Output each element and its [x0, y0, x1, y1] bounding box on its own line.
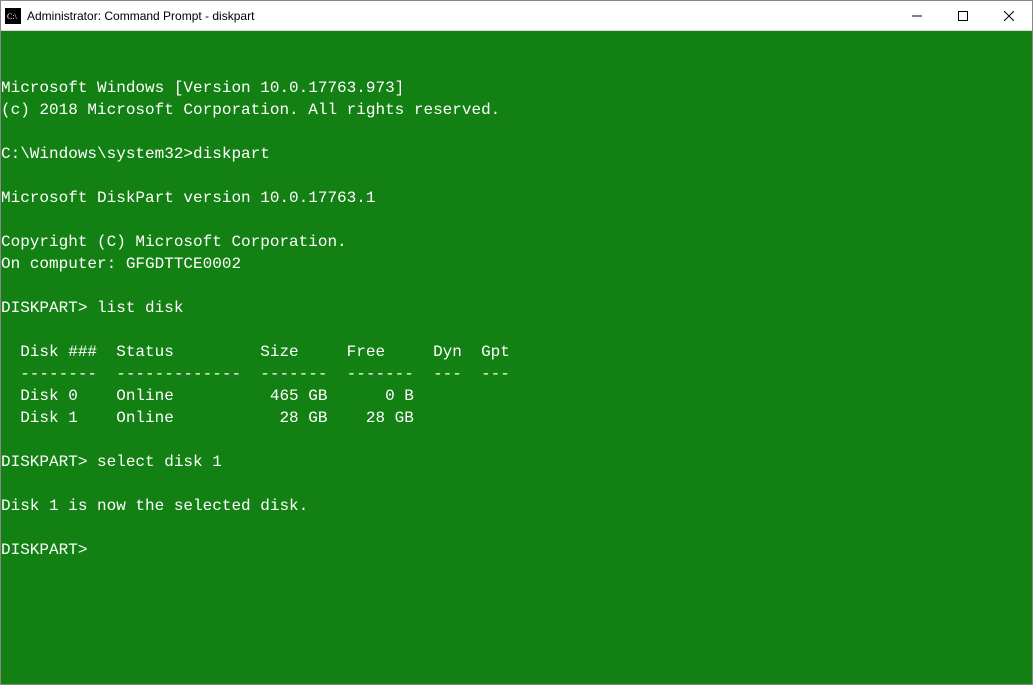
window-controls — [894, 1, 1032, 30]
terminal-area[interactable]: Microsoft Windows [Version 10.0.17763.97… — [1, 31, 1032, 684]
terminal-line: Disk ### Status Size Free Dyn Gpt — [1, 343, 510, 361]
minimize-button[interactable] — [894, 1, 940, 30]
terminal-line: Disk 0 Online 465 GB 0 B — [1, 387, 414, 405]
svg-text:C:\: C:\ — [7, 12, 18, 21]
terminal-line: DISKPART> list disk — [1, 299, 183, 317]
maximize-button[interactable] — [940, 1, 986, 30]
terminal-line: Copyright (C) Microsoft Corporation. — [1, 233, 347, 251]
terminal-line: (c) 2018 Microsoft Corporation. All righ… — [1, 101, 500, 119]
terminal-line: DISKPART> select disk 1 — [1, 453, 222, 471]
terminal-line: C:\Windows\system32>diskpart — [1, 145, 270, 163]
terminal-line: Microsoft DiskPart version 10.0.17763.1 — [1, 189, 375, 207]
terminal-line: DISKPART> — [1, 541, 87, 559]
titlebar[interactable]: C:\ Administrator: Command Prompt - disk… — [1, 1, 1032, 31]
terminal-line: Disk 1 is now the selected disk. — [1, 497, 308, 515]
command-prompt-window: C:\ Administrator: Command Prompt - disk… — [0, 0, 1033, 685]
terminal-content: Microsoft Windows [Version 10.0.17763.97… — [1, 77, 1032, 561]
cmd-icon: C:\ — [5, 8, 21, 24]
close-button[interactable] — [986, 1, 1032, 30]
terminal-line: On computer: GFGDTTCE0002 — [1, 255, 241, 273]
window-title: Administrator: Command Prompt - diskpart — [27, 9, 894, 23]
terminal-line: Disk 1 Online 28 GB 28 GB — [1, 409, 414, 427]
terminal-line: Microsoft Windows [Version 10.0.17763.97… — [1, 79, 404, 97]
terminal-line: -------- ------------- ------- ------- -… — [1, 365, 510, 383]
